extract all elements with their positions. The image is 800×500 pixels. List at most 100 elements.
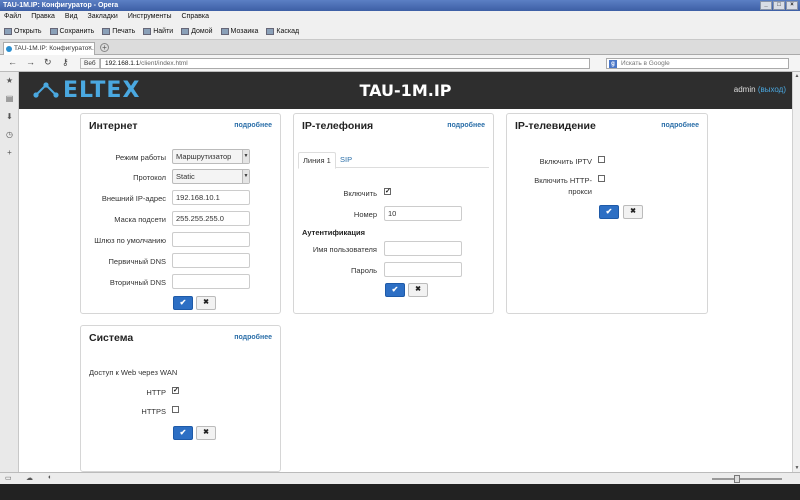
menu-file[interactable]: Файл — [4, 11, 21, 23]
password-field[interactable] — [384, 262, 462, 277]
chevron-down-icon: ▼ — [242, 150, 249, 163]
menu-tools[interactable]: Инструменты — [128, 11, 172, 23]
minimize-button[interactable]: _ — [760, 1, 772, 10]
system-cancel-button[interactable]: ✖ — [196, 426, 216, 440]
username-field[interactable] — [384, 241, 462, 256]
browser-toolbar: Открыть Сохранить Печать Найти Домой Моз… — [0, 23, 800, 40]
enable-iptv-checkbox[interactable] — [598, 156, 605, 163]
zoom-slider[interactable] — [712, 475, 782, 483]
checkmark-icon: ✔ — [179, 428, 187, 437]
tab-line-1[interactable]: Линия 1 — [298, 152, 336, 169]
new-tab-icon[interactable]: + — [100, 43, 109, 52]
iptel-apply-button[interactable]: ✔ — [385, 283, 405, 297]
iptv-more-link[interactable]: подробнее — [661, 122, 699, 129]
maximize-button[interactable]: □ — [773, 1, 785, 10]
add-panel-icon[interactable]: + — [5, 148, 14, 157]
https-checkbox[interactable] — [172, 406, 179, 413]
internet-panel-header: Интернет подробнее — [81, 114, 280, 136]
url-path: /client/index.html — [139, 60, 188, 67]
enable-line-label: Включить — [343, 189, 377, 198]
internet-cancel-button[interactable]: ✖ — [196, 296, 216, 310]
close-tab-icon[interactable]: × — [88, 43, 92, 55]
zoom-slider-handle[interactable] — [734, 475, 740, 483]
folder-icon — [4, 27, 12, 35]
system-panel: Система подробнее Доступ к Web через WAN… — [80, 325, 281, 472]
username: admin — [733, 85, 756, 94]
scroll-down-icon[interactable]: ▼ — [793, 464, 800, 472]
menu-edit[interactable]: Правка — [31, 11, 55, 23]
save-button[interactable]: Сохранить — [49, 23, 94, 39]
http-proxy-label-line2: прокси — [568, 187, 592, 196]
checkmark-icon: ✔ — [179, 298, 187, 307]
turbo-icon[interactable]: ◐ — [48, 474, 52, 481]
dns1-label: Первичный DNS — [108, 257, 166, 266]
print-button[interactable]: Печать — [102, 23, 135, 39]
search-input[interactable]: g Искать в Google — [606, 58, 789, 69]
internet-panel: Интернет подробнее Режим работы Маршрути… — [80, 113, 281, 314]
back-icon[interactable]: ← — [8, 57, 17, 67]
find-button[interactable]: Найти — [143, 23, 173, 39]
ext-ip-field[interactable]: 192.168.10.1 — [172, 190, 250, 205]
tab-bar: TAU-1M.IP: Конфигурато... × + — [0, 40, 800, 55]
mask-field[interactable]: 255.255.255.0 — [172, 211, 250, 226]
bookmarks-star-icon[interactable]: ★ — [5, 76, 14, 85]
iptv-apply-button[interactable]: ✔ — [599, 205, 619, 219]
open-button[interactable]: Открыть — [4, 23, 42, 39]
iptel-cancel-button[interactable]: ✖ — [408, 283, 428, 297]
number-field[interactable]: 10 — [384, 206, 462, 221]
main-content: Интернет подробнее Режим работы Маршрути… — [19, 109, 792, 472]
reload-icon[interactable]: ↻ — [44, 57, 52, 68]
dns1-field[interactable] — [172, 253, 250, 268]
http-checkbox[interactable]: ✓ — [172, 387, 179, 394]
password-label: Пароль — [350, 266, 377, 275]
system-panel-header: Система подробнее — [81, 326, 280, 348]
http-proxy-checkbox[interactable] — [598, 175, 605, 182]
tile-button[interactable]: Мозаика — [220, 23, 259, 39]
browser-tab[interactable]: TAU-1M.IP: Конфигурато... × — [3, 42, 95, 55]
url-input[interactable]: 192.168.1.1/client/index.html — [100, 58, 590, 69]
dns2-field[interactable] — [172, 274, 250, 289]
key-icon[interactable]: ⚷ — [62, 57, 69, 68]
cascade-button[interactable]: Каскад — [266, 23, 299, 39]
system-more-link[interactable]: подробнее — [234, 334, 272, 341]
app-header: ELTEX TAU-1M.IP admin (выход) — [19, 72, 792, 109]
scroll-up-icon[interactable]: ▲ — [793, 72, 800, 80]
cascade-label: Каскад — [276, 27, 300, 35]
address-bar: ← → ↻ ⚷ Веб 192.168.1.1/client/index.htm… — [0, 55, 800, 72]
downloads-icon[interactable]: ⬇ — [5, 112, 14, 121]
taskbar — [0, 484, 800, 500]
mode-select[interactable]: Маршрутизатор ▼ — [172, 149, 250, 164]
forward-icon[interactable]: → — [26, 57, 35, 67]
menu-view[interactable]: Вид — [65, 11, 78, 23]
tab-sip[interactable]: SIP — [336, 152, 356, 169]
enable-line-checkbox[interactable]: ✓ — [384, 188, 391, 195]
internet-more-link[interactable]: подробнее — [234, 122, 272, 129]
checkmark-icon: ✔ — [391, 285, 399, 294]
tile-label: Мозаика — [230, 27, 259, 35]
menu-help[interactable]: Справка — [182, 11, 209, 23]
home-button[interactable]: Домой — [181, 23, 213, 39]
find-icon — [143, 27, 152, 35]
auth-heading: Аутентификация — [302, 228, 366, 237]
notes-icon[interactable]: ▤ — [5, 94, 14, 103]
cloud-icon[interactable]: ☁ — [26, 474, 33, 482]
system-apply-button[interactable]: ✔ — [173, 426, 193, 440]
protocol-select[interactable]: Static ▼ — [172, 169, 250, 184]
gateway-field[interactable] — [172, 232, 250, 247]
iptv-cancel-button[interactable]: ✖ — [623, 205, 643, 219]
ip-telephony-panel: IP-телефония подробнее Линия 1 SIP Включ… — [293, 113, 494, 314]
window-title: TAU-1M.IP: Конфигуратор - Opera — [3, 2, 119, 9]
chevron-down-icon: ▼ — [242, 170, 249, 183]
logout-link[interactable]: (выход) — [758, 85, 786, 94]
web-badge[interactable]: Веб — [80, 58, 100, 69]
protocol-value: Static — [176, 172, 195, 181]
tile-icon — [220, 27, 229, 35]
close-window-button[interactable]: × — [786, 1, 798, 10]
ip-telephony-more-link[interactable]: подробнее — [447, 122, 485, 129]
internet-apply-button[interactable]: ✔ — [173, 296, 193, 310]
panel-toggle-icon[interactable]: ▭ — [5, 474, 12, 482]
menu-bookmarks[interactable]: Закладки — [88, 11, 118, 23]
history-icon[interactable]: ◷ — [5, 130, 14, 139]
vertical-scrollbar[interactable]: ▲ ▼ — [792, 72, 800, 472]
open-label: Открыть — [14, 27, 42, 35]
